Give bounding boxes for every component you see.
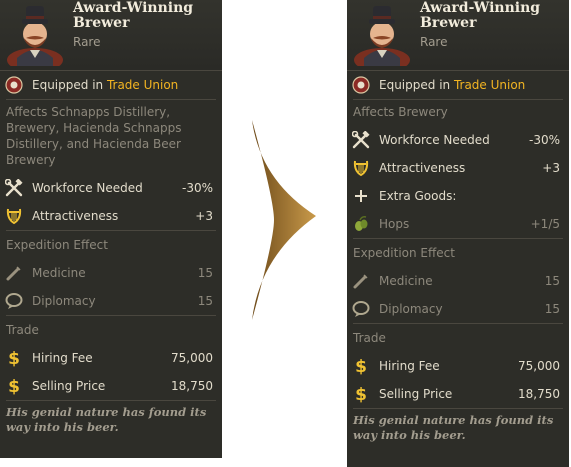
expedition-row-diplomacy: Diplomacy 15 bbox=[347, 295, 569, 323]
expedition-heading: Expedition Effect bbox=[353, 246, 455, 260]
trade-value: 18,750 bbox=[171, 379, 213, 393]
item-title: Award-Winning Brewer bbox=[420, 0, 541, 31]
brewer-portrait-icon bbox=[354, 6, 410, 66]
trade-union-icon bbox=[5, 76, 23, 94]
effect-value: -30% bbox=[181, 181, 213, 195]
lyre-icon bbox=[353, 160, 369, 177]
trade-heading: Trade bbox=[6, 323, 39, 337]
effect-row-attractiveness: Attractiveness +3 bbox=[347, 154, 569, 182]
expedition-value: 15 bbox=[197, 294, 213, 308]
expedition-heading: Expedition Effect bbox=[6, 238, 108, 252]
dollar-icon: $ bbox=[355, 385, 367, 403]
affects-text: Affects Schnapps Distillery, Brewery, Ha… bbox=[6, 105, 182, 167]
plus-icon bbox=[355, 190, 367, 202]
effect-label: Workforce Needed bbox=[379, 133, 490, 147]
diplomacy-speech-icon bbox=[352, 301, 370, 317]
expedition-label: Medicine bbox=[32, 266, 86, 280]
equipped-prefix: Equipped in bbox=[32, 78, 107, 92]
expedition-row-diplomacy: Diplomacy 15 bbox=[0, 287, 222, 315]
trade-row-selling-price: $ Selling Price 18,750 bbox=[347, 380, 569, 408]
expedition-row-medicine: Medicine 15 bbox=[0, 259, 222, 287]
medicine-syringe-icon bbox=[353, 274, 368, 289]
tooltip-header: Award-Winning Brewer Rare bbox=[347, 0, 569, 71]
dollar-icon: $ bbox=[8, 377, 20, 395]
extra-good-label: Hops bbox=[379, 217, 410, 231]
brewer-portrait-icon bbox=[7, 6, 63, 66]
expedition-label: Diplomacy bbox=[32, 294, 96, 308]
flavor-text: His genial nature has found its way into… bbox=[6, 405, 207, 434]
expedition-value: 15 bbox=[544, 302, 560, 316]
effect-label: Attractiveness bbox=[379, 161, 466, 175]
affects-text: Affects Brewery bbox=[353, 105, 448, 119]
trade-value: 75,000 bbox=[171, 351, 213, 365]
trade-label: Selling Price bbox=[32, 379, 106, 393]
effect-label: Workforce Needed bbox=[32, 181, 143, 195]
trade-label: Hiring Fee bbox=[379, 359, 440, 373]
expedition-label: Medicine bbox=[379, 274, 433, 288]
trade-value: 18,750 bbox=[518, 387, 560, 401]
hammer-wrench-icon bbox=[352, 131, 370, 149]
effect-row-workforce: Workforce Needed -30% bbox=[0, 174, 222, 202]
effect-value: +3 bbox=[195, 209, 213, 223]
hops-icon bbox=[355, 216, 368, 231]
transition-arrow-icon bbox=[252, 120, 316, 320]
extra-good-value: +1/5 bbox=[530, 217, 560, 231]
trade-value: 75,000 bbox=[518, 359, 560, 373]
expedition-value: 15 bbox=[544, 274, 560, 288]
extra-goods-label: Extra Goods: bbox=[379, 189, 457, 203]
effect-value: -30% bbox=[528, 133, 560, 147]
trade-heading: Trade bbox=[353, 331, 386, 345]
expedition-row-medicine: Medicine 15 bbox=[347, 267, 569, 295]
extra-goods-row: Extra Goods: bbox=[347, 182, 569, 210]
trade-row-selling-price: $ Selling Price 18,750 bbox=[0, 372, 222, 400]
lyre-icon bbox=[6, 208, 22, 225]
svg-text:$: $ bbox=[355, 357, 367, 375]
trade-row-hiring-fee: $ Hiring Fee 75,000 bbox=[0, 344, 222, 372]
trade-label: Selling Price bbox=[379, 387, 453, 401]
item-tooltip-before: Award-Winning Brewer Rare Equipped in Tr… bbox=[0, 0, 222, 458]
trade-label: Hiring Fee bbox=[32, 351, 93, 365]
flavor-text: His genial nature has found its way into… bbox=[353, 413, 554, 442]
expedition-label: Diplomacy bbox=[379, 302, 443, 316]
effect-row-attractiveness: Attractiveness +3 bbox=[0, 202, 222, 230]
effect-value: +3 bbox=[542, 161, 560, 175]
equipped-place: Trade Union bbox=[453, 78, 526, 92]
svg-text:$: $ bbox=[8, 377, 20, 395]
equipped-prefix: Equipped in bbox=[379, 78, 454, 92]
item-rarity: Rare bbox=[420, 35, 448, 49]
expedition-value: 15 bbox=[197, 266, 213, 280]
item-title: Award-Winning Brewer bbox=[73, 0, 194, 31]
dollar-icon: $ bbox=[8, 349, 20, 367]
effect-label: Attractiveness bbox=[32, 209, 119, 223]
svg-text:$: $ bbox=[8, 349, 20, 367]
tooltip-header: Award-Winning Brewer Rare bbox=[0, 0, 222, 71]
trade-row-hiring-fee: $ Hiring Fee 75,000 bbox=[347, 352, 569, 380]
item-tooltip-after: Award-Winning Brewer Rare Equipped in Tr… bbox=[347, 0, 569, 467]
hammer-wrench-icon bbox=[5, 179, 23, 197]
equipped-row: Equipped in Trade Union bbox=[347, 71, 569, 99]
extra-good-row-hops: Hops +1/5 bbox=[347, 210, 569, 238]
effect-row-workforce: Workforce Needed -30% bbox=[347, 126, 569, 154]
equipped-place: Trade Union bbox=[106, 78, 179, 92]
equipped-row: Equipped in Trade Union bbox=[0, 71, 222, 99]
item-rarity: Rare bbox=[73, 35, 101, 49]
svg-text:$: $ bbox=[355, 385, 367, 403]
medicine-syringe-icon bbox=[6, 266, 21, 281]
trade-union-icon bbox=[352, 76, 370, 94]
diplomacy-speech-icon bbox=[5, 293, 23, 309]
dollar-icon: $ bbox=[355, 357, 367, 375]
